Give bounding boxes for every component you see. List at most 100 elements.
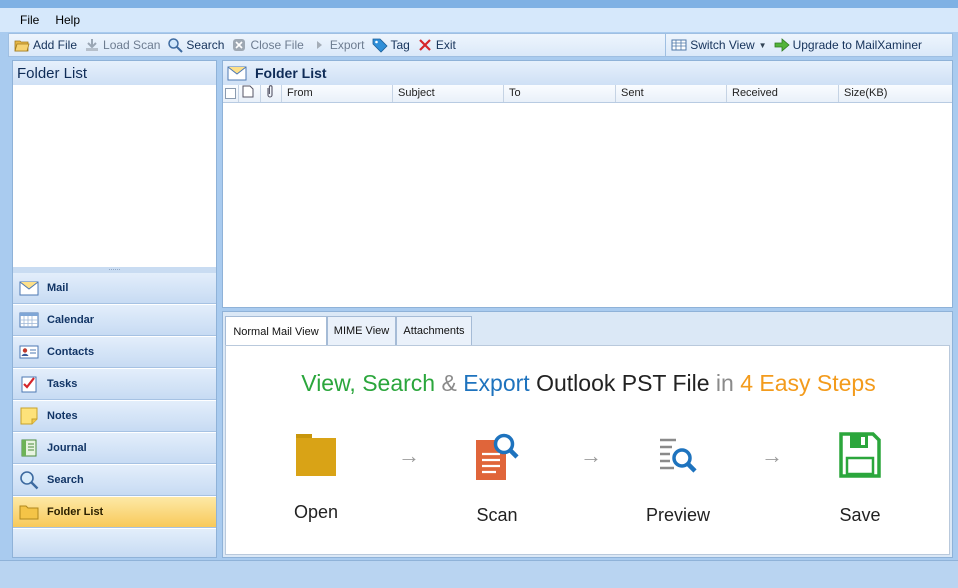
save-floppy-step-icon bbox=[839, 432, 881, 478]
search-button[interactable]: Search bbox=[167, 37, 224, 53]
folder-icon bbox=[19, 505, 39, 520]
preview-pane: Normal Mail View MIME View Attachments V… bbox=[222, 311, 953, 558]
document-column-icon bbox=[239, 85, 261, 102]
search-icon bbox=[168, 38, 184, 53]
step-preview-label: Preview bbox=[645, 505, 711, 525]
column-size[interactable]: Size(KB) bbox=[839, 85, 952, 102]
promo-headline: View, Search & Export Outlook PST File i… bbox=[226, 370, 951, 397]
nav-filler bbox=[13, 529, 216, 557]
left-pane: Folder List ...... Mail Calendar Contact… bbox=[12, 60, 217, 558]
preview-content: View, Search & Export Outlook PST File i… bbox=[225, 345, 950, 555]
tab-mime-view[interactable]: MIME View bbox=[327, 316, 396, 345]
tag-label: Tag bbox=[390, 38, 410, 52]
message-list-pane: Folder List From Subject To Sent Receive… bbox=[222, 60, 953, 308]
nav-item-folder-list[interactable]: Folder List bbox=[13, 497, 216, 528]
nav-label-calendar: Calendar bbox=[47, 314, 95, 326]
tab-label: MIME View bbox=[333, 325, 390, 337]
nav-label-tasks: Tasks bbox=[47, 378, 78, 390]
close-file-button[interactable]: Close File bbox=[231, 37, 304, 53]
exit-button[interactable]: Exit bbox=[417, 37, 456, 53]
nav-item-tasks[interactable]: Tasks bbox=[13, 369, 216, 400]
nav-label-search: Search bbox=[47, 474, 84, 486]
journal-icon bbox=[21, 439, 37, 457]
switch-view-label: Switch View bbox=[690, 38, 755, 52]
nav-item-search[interactable]: Search bbox=[13, 465, 216, 496]
message-list-column-header: From Subject To Sent Received Size(KB) bbox=[223, 85, 952, 103]
envelope-icon bbox=[227, 66, 247, 81]
column-received[interactable]: Received bbox=[727, 85, 839, 102]
checklist-icon bbox=[21, 376, 37, 393]
column-subject[interactable]: Subject bbox=[393, 85, 504, 102]
add-file-button[interactable]: Add File bbox=[14, 37, 77, 53]
select-all-checkbox[interactable] bbox=[223, 85, 239, 102]
nav-item-mail[interactable]: Mail bbox=[13, 273, 216, 304]
chevron-down-icon: ▼ bbox=[758, 40, 767, 50]
folder-tree[interactable] bbox=[13, 85, 216, 268]
status-bar bbox=[0, 560, 958, 588]
tag-icon bbox=[372, 38, 388, 53]
step-arrow-1: → bbox=[398, 443, 420, 468]
load-scan-button[interactable]: Load Scan bbox=[84, 37, 160, 53]
calendar-icon bbox=[19, 312, 39, 328]
step-scan-label: Scan bbox=[476, 505, 518, 525]
headline-part-outlook: Outlook PST File bbox=[529, 370, 710, 396]
menu-help[interactable]: Help bbox=[49, 13, 86, 27]
nav-item-calendar[interactable]: Calendar bbox=[13, 305, 216, 336]
tag-button[interactable]: Tag bbox=[372, 37, 410, 53]
headline-ampersand: & bbox=[435, 370, 464, 396]
magnifier-icon bbox=[20, 471, 39, 490]
menu-bar: File Help bbox=[0, 8, 958, 32]
load-scan-icon bbox=[86, 39, 99, 51]
window-title-strip bbox=[0, 0, 958, 8]
menu-file[interactable]: File bbox=[14, 13, 45, 27]
switch-view-button[interactable]: Switch View ▼ bbox=[671, 37, 767, 53]
tab-label: Normal Mail View bbox=[233, 325, 319, 338]
step-arrow-3: → bbox=[761, 443, 783, 468]
column-to[interactable]: To bbox=[504, 85, 616, 102]
nav-item-journal[interactable]: Journal bbox=[13, 433, 216, 464]
column-sent[interactable]: Sent bbox=[616, 85, 727, 102]
nav-label-mail: Mail bbox=[47, 282, 69, 294]
scan-document-step-icon bbox=[476, 433, 519, 480]
open-folder-icon bbox=[14, 40, 30, 52]
export-button[interactable]: Export bbox=[311, 37, 365, 53]
left-pane-title: Folder List bbox=[17, 64, 88, 82]
nav-item-contacts[interactable]: Contacts bbox=[13, 337, 216, 368]
left-pane-header: Folder List bbox=[13, 61, 216, 86]
preview-document-step-icon bbox=[660, 438, 697, 473]
column-from[interactable]: From bbox=[282, 85, 393, 102]
green-arrow-icon bbox=[774, 38, 790, 52]
upgrade-button[interactable]: Upgrade to MailXaminer bbox=[774, 37, 922, 53]
switch-view-grid-icon bbox=[671, 39, 687, 51]
nav-label-notes: Notes bbox=[47, 410, 78, 422]
step-open-label: Open bbox=[293, 502, 339, 522]
open-folder-step-icon bbox=[296, 434, 336, 476]
headline-part-steps: 4 Easy Steps bbox=[740, 370, 876, 396]
message-list-title: Folder List bbox=[255, 65, 327, 81]
step-arrow-2: → bbox=[580, 443, 602, 468]
toolbar-right-group: Switch View ▼ Upgrade to MailXaminer bbox=[665, 34, 952, 56]
contact-card-icon bbox=[19, 345, 39, 359]
message-list-header: Folder List bbox=[223, 61, 952, 86]
nav-label-folder-list: Folder List bbox=[47, 506, 104, 518]
export-arrow-icon bbox=[316, 41, 322, 49]
splitter-grip: ...... bbox=[108, 265, 121, 272]
step-save-label: Save bbox=[839, 505, 881, 525]
nav-item-notes[interactable]: Notes bbox=[13, 401, 216, 432]
toolbar: Add File Load Scan Search Close File Exp… bbox=[8, 33, 953, 57]
attachment-column-icon bbox=[261, 85, 282, 102]
exit-label: Exit bbox=[435, 38, 456, 52]
upgrade-label: Upgrade to MailXaminer bbox=[792, 38, 922, 52]
load-scan-label: Load Scan bbox=[103, 38, 161, 52]
envelope-icon bbox=[19, 281, 39, 296]
exit-x-icon bbox=[419, 39, 431, 51]
add-file-label: Add File bbox=[33, 38, 78, 52]
export-label: Export bbox=[329, 38, 365, 52]
tab-attachments[interactable]: Attachments bbox=[396, 316, 472, 345]
note-icon bbox=[20, 407, 38, 425]
close-file-label: Close File bbox=[250, 38, 304, 52]
nav-label-journal: Journal bbox=[47, 442, 87, 454]
tab-normal-mail-view[interactable]: Normal Mail View bbox=[225, 316, 327, 346]
nav-label-contacts: Contacts bbox=[47, 346, 95, 358]
search-label: Search bbox=[186, 38, 225, 52]
